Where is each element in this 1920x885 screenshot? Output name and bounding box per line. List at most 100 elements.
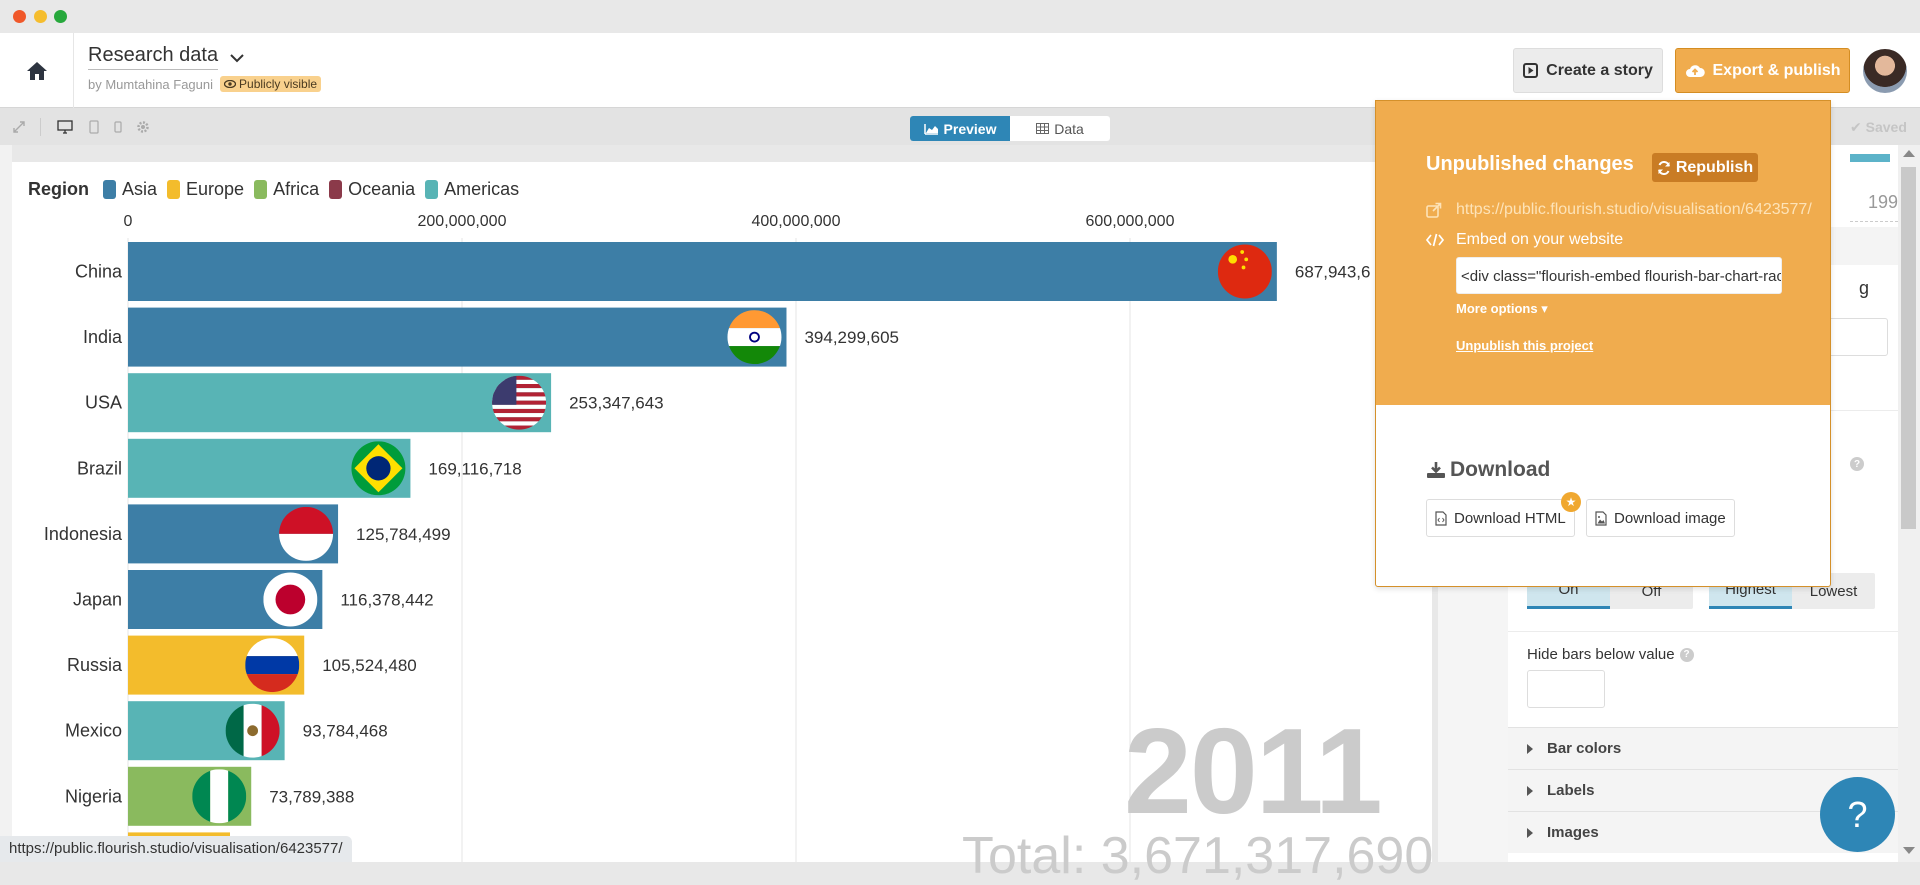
create-story-label: Create a story (1546, 61, 1653, 79)
year-label: 2011 (1124, 703, 1383, 839)
category-label: USA (85, 393, 122, 413)
visibility-badge[interactable]: Publicly visible (220, 76, 322, 92)
tablet-icon[interactable] (89, 120, 99, 134)
settings-partial-input[interactable] (1828, 318, 1888, 356)
embed-code-field[interactable]: <div class="flourish-embed flourish-bar-… (1456, 257, 1782, 294)
expand-icon[interactable] (12, 120, 26, 134)
public-link[interactable]: https://public.flourish.studio/visualisa… (1456, 201, 1812, 219)
value-label: 169,116,718 (428, 459, 521, 478)
chevron-down-icon[interactable] (230, 54, 244, 63)
preview-gutter (0, 145, 12, 862)
indonesia-flag (279, 506, 334, 561)
download-title: Download (1450, 458, 1551, 481)
star-icon: ★ (1561, 492, 1581, 512)
brazil-flag (351, 441, 406, 496)
file-image-icon (1595, 510, 1607, 526)
project-title[interactable]: Research data (88, 43, 219, 70)
bar-usa (128, 373, 552, 433)
value-label: 93,784,468 (303, 722, 388, 741)
gear-icon[interactable] (136, 120, 150, 134)
category-label: Mexico (65, 721, 122, 741)
hide-bars-label: Hide bars below value ? (1527, 646, 1694, 663)
help-icon[interactable]: ? (1850, 457, 1864, 471)
category-label: Brazil (77, 458, 122, 478)
code-icon (1426, 233, 1444, 247)
external-link-icon (1426, 202, 1442, 218)
value-label: 687,943,6 (1295, 263, 1371, 282)
section-label: Labels (1547, 782, 1595, 799)
category-label: Indonesia (44, 524, 123, 544)
category-label: China (75, 262, 123, 282)
category-label: Japan (73, 590, 122, 610)
thumbnail-bar (1850, 154, 1890, 162)
x-tick-label: 400,000,000 (752, 213, 841, 230)
caret-right-icon (1527, 785, 1533, 796)
download-image-label: Download image (1614, 509, 1726, 527)
view-toggle: Preview Data (910, 116, 1110, 141)
x-tick-label: 0 (124, 213, 133, 230)
usa-flag (492, 375, 547, 430)
value-label: 253,347,643 (569, 394, 664, 413)
window-minimize-button[interactable] (34, 10, 47, 23)
settings-partial-label: g (1859, 278, 1870, 298)
toolbar-divider (40, 118, 41, 136)
export-publish-button[interactable]: Export & publish (1675, 48, 1850, 93)
export-popup: Unpublished changes Republish https://pu… (1375, 100, 1831, 587)
thumbnail-preview: 1995 (1850, 150, 1908, 222)
nigeria-flag (192, 769, 247, 824)
tab-data-label: Data (1054, 120, 1084, 137)
category-label: Nigeria (65, 786, 123, 806)
unpublish-link[interactable]: Unpublish this project (1456, 338, 1593, 353)
eye-icon (224, 80, 237, 88)
app-header: Research data by Mumtahina Faguni Public… (0, 33, 1920, 108)
settings-scrollbar[interactable] (1898, 145, 1920, 862)
desktop-icon[interactable] (57, 120, 73, 134)
section-bar-colors[interactable]: Bar colors (1508, 727, 1898, 769)
create-story-button[interactable]: Create a story (1513, 48, 1663, 93)
user-avatar[interactable] (1863, 49, 1907, 93)
download-icon (1427, 462, 1445, 478)
india-flag (727, 310, 782, 365)
x-tick-label: 200,000,000 (418, 213, 507, 230)
japan-flag (263, 572, 318, 627)
window-maximize-button[interactable] (54, 10, 67, 23)
divider (1508, 631, 1898, 632)
embed-label: Embed on your website (1456, 231, 1624, 248)
help-icon[interactable]: ? (1679, 647, 1694, 662)
hide-bars-text: Hide bars below value (1527, 646, 1675, 663)
play-square-icon (1523, 63, 1539, 78)
hide-bars-input[interactable] (1527, 670, 1605, 708)
tab-preview[interactable]: Preview (910, 116, 1010, 141)
mobile-icon[interactable] (114, 120, 122, 134)
download-image-button[interactable]: Download image (1586, 499, 1735, 537)
mexico-flag (225, 703, 280, 758)
area-chart-icon (923, 123, 938, 135)
download-html-button[interactable]: Download HTML ★ (1426, 492, 1581, 537)
download-html-label: Download HTML (1454, 509, 1566, 527)
scroll-down-arrow[interactable] (1903, 847, 1915, 854)
value-label: 125,784,499 (356, 525, 451, 544)
table-icon (1036, 123, 1050, 134)
help-button[interactable]: ? (1820, 777, 1895, 852)
home-button[interactable] (0, 33, 74, 108)
window-close-button[interactable] (13, 10, 26, 23)
value-label: 116,378,442 (340, 591, 433, 610)
scroll-up-arrow[interactable] (1903, 150, 1915, 157)
section-label: Images (1547, 824, 1599, 841)
scroll-thumb[interactable] (1901, 167, 1916, 529)
public-link-row: https://public.flourish.studio/visualisa… (1426, 201, 1826, 219)
embed-row: Embed on your website (1426, 231, 1623, 249)
saved-label: Saved (1865, 119, 1907, 135)
republish-label: Republish (1675, 158, 1754, 176)
more-options-button[interactable]: More options ▾ (1456, 301, 1548, 317)
export-publish-label: Export & publish (1712, 61, 1841, 79)
republish-button[interactable]: Republish (1652, 153, 1758, 182)
cloud-upload-icon (1685, 64, 1705, 77)
more-options-label: More options (1456, 301, 1538, 316)
caret-down-icon: ▾ (1541, 301, 1548, 316)
section-label: Bar colors (1547, 740, 1622, 757)
download-heading: Download (1426, 458, 1550, 482)
link-hover-status: https://public.flourish.studio/visualisa… (0, 836, 352, 862)
tab-data[interactable]: Data (1010, 116, 1110, 141)
visibility-badge-label: Publicly visible (239, 77, 318, 91)
